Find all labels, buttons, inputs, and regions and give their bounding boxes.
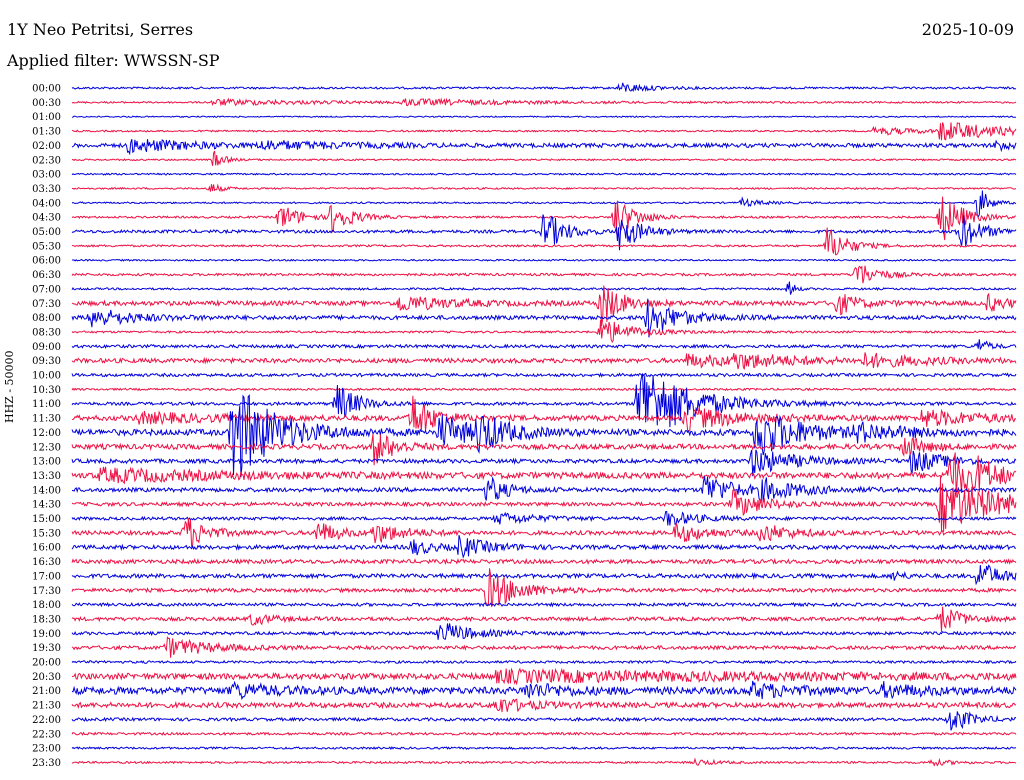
trace-row <box>71 115 1017 119</box>
row-time-label: 00:30 <box>32 98 61 109</box>
trace-row <box>71 711 1017 731</box>
row-time-label: 09:00 <box>32 342 61 353</box>
trace-row <box>71 659 1017 665</box>
trace-row <box>71 601 1017 608</box>
trace-row <box>71 387 1017 392</box>
row-time-label: 10:00 <box>32 371 61 382</box>
row-time-label: 16:00 <box>32 543 61 554</box>
row-time-label: 00:00 <box>32 84 61 95</box>
trace-row <box>71 190 1017 219</box>
row-time-label: 12:00 <box>32 428 61 439</box>
row-time-label: 13:00 <box>32 457 61 468</box>
trace-row <box>71 636 1017 658</box>
trace-row <box>71 372 1017 378</box>
trace-row <box>71 82 1017 93</box>
trace-row <box>71 510 1017 526</box>
trace-row <box>71 183 1017 193</box>
row-time-label: 06:00 <box>32 256 61 267</box>
row-time-label: 03:30 <box>32 184 61 195</box>
row-time-label: 14:00 <box>32 485 61 496</box>
row-time-label: 04:00 <box>32 198 61 209</box>
trace-row <box>71 395 1017 432</box>
row-time-label: 07:00 <box>32 284 61 295</box>
trace-row <box>71 265 1017 284</box>
trace-row <box>71 731 1017 736</box>
row-time-label: 10:30 <box>32 385 61 396</box>
row-time-label: 23:30 <box>32 758 61 769</box>
row-time-label: 21:30 <box>32 701 61 712</box>
trace-row <box>71 122 1017 141</box>
row-time-label: 17:30 <box>32 586 61 597</box>
row-time-label: 01:30 <box>32 127 61 138</box>
row-time-label: 15:30 <box>32 528 61 539</box>
row-time-label: 07:30 <box>32 299 61 310</box>
row-time-label: 15:00 <box>32 514 61 525</box>
row-time-label: 19:00 <box>32 629 61 640</box>
row-time-label: 02:30 <box>32 155 61 166</box>
row-time-label: 08:30 <box>32 327 61 338</box>
row-time-label: 13:30 <box>32 471 61 482</box>
row-time-label: 17:00 <box>32 571 61 582</box>
row-time-label: 22:30 <box>32 729 61 740</box>
trace-row <box>71 319 1017 344</box>
row-time-label: 11:00 <box>32 399 61 410</box>
row-time-label: 14:30 <box>32 500 61 511</box>
trace-row <box>71 667 1017 686</box>
row-time-label: 19:30 <box>32 643 61 654</box>
trace-row <box>71 557 1017 566</box>
trace-row <box>71 394 1017 478</box>
row-time-label: 09:30 <box>32 356 61 367</box>
trace-row <box>71 606 1017 633</box>
trace-row <box>71 139 1017 156</box>
trace-row <box>71 258 1017 262</box>
row-time-label: 22:00 <box>32 715 61 726</box>
trace-row <box>71 564 1017 586</box>
row-time-label: 21:00 <box>32 686 61 697</box>
row-time-label: 12:30 <box>32 442 61 453</box>
row-time-label: 18:30 <box>32 614 61 625</box>
row-time-label: 04:30 <box>32 213 61 224</box>
row-time-label: 03:00 <box>32 170 61 181</box>
trace-row <box>71 476 1017 506</box>
trace-row <box>71 352 1017 370</box>
trace-row <box>71 517 1017 548</box>
trace-row <box>71 281 1017 295</box>
row-time-label: 11:30 <box>32 414 61 425</box>
helicorder-plot: 00:00 00:30 01:00 01:30 02:00 02:30 03:00 03:30… <box>32 82 1017 769</box>
row-time-label: 05:30 <box>32 241 61 252</box>
trace-row <box>71 150 1017 166</box>
trace-row <box>71 476 1017 532</box>
trace-row <box>71 172 1017 176</box>
row-time-label: 08:00 <box>32 313 61 324</box>
trace-row <box>71 449 1017 477</box>
row-time-label: 05:00 <box>32 227 61 238</box>
row-time-label: 06:30 <box>32 270 61 281</box>
row-time-label: 20:30 <box>32 672 61 683</box>
trace-row <box>71 534 1017 559</box>
row-time-label: 18:00 <box>32 600 61 611</box>
trace-row <box>71 680 1017 701</box>
trace-row <box>71 623 1017 640</box>
row-time-label: 20:00 <box>32 658 61 669</box>
trace-row <box>71 698 1016 713</box>
row-time-label: 01:00 <box>32 112 61 123</box>
row-time-label: 02:00 <box>32 141 61 152</box>
trace-row <box>71 339 1017 351</box>
trace-row <box>71 97 1017 107</box>
row-time-label: 23:00 <box>32 744 61 755</box>
row-time-label: 16:30 <box>32 557 61 568</box>
trace-row <box>71 746 1017 751</box>
trace-row <box>71 757 1017 767</box>
